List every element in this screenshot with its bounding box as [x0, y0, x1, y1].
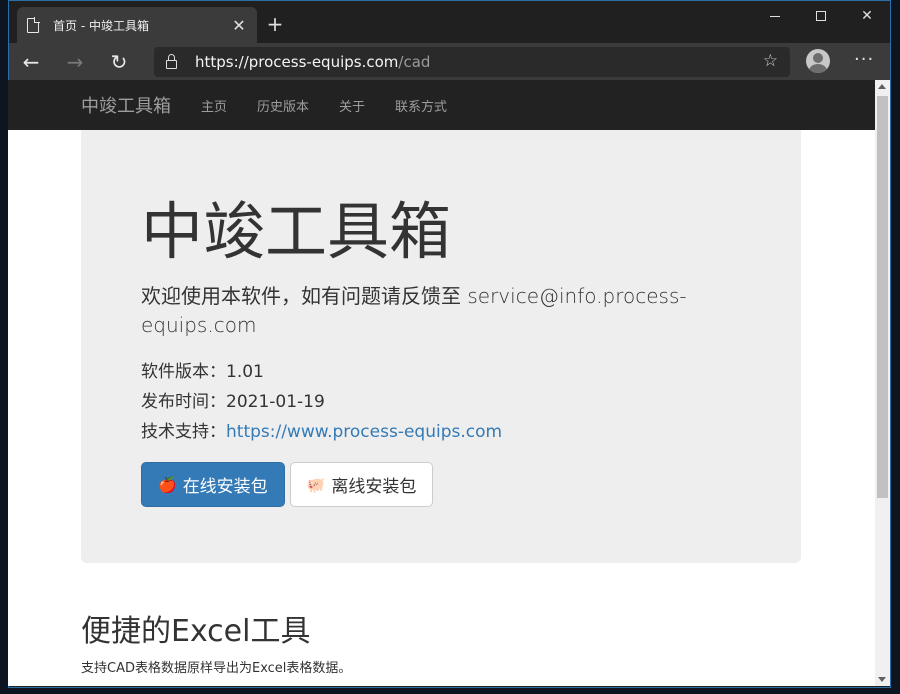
lock-icon — [166, 53, 177, 69]
hero-title: 中竣工具箱 — [141, 195, 452, 268]
more-menu-icon[interactable]: ··· — [854, 49, 874, 70]
site-brand[interactable]: 中竣工具箱 — [81, 92, 171, 118]
download-buttons: 🍎 在线安装包 🐖 离线安装包 — [141, 462, 741, 507]
date-value: 2021-01-19 — [226, 392, 325, 412]
version-value: 1.01 — [226, 362, 264, 382]
support-link[interactable]: https://www.process-equips.com — [226, 422, 502, 442]
browser-toolbar: ← → ↻ https://process-equips.com/cad ☆ ·… — [9, 43, 890, 81]
browser-tab[interactable]: 首页 - 中竣工具箱 ✕ — [17, 7, 257, 43]
site-navbar: 中竣工具箱 主页 历史版本 关于 联系方式 — [8, 80, 875, 130]
maximize-button[interactable] — [798, 1, 844, 31]
back-button[interactable]: ← — [9, 43, 53, 81]
section-text: 支持CAD表格数据原样导出为Excel表格数据。 — [81, 661, 352, 676]
maximize-icon — [816, 11, 826, 21]
date-line: 发布时间：2021-01-19 — [141, 387, 741, 417]
nav-about[interactable]: 关于 — [339, 96, 365, 115]
close-icon: ✕ — [861, 8, 873, 24]
online-installer-button[interactable]: 🍎 在线安装包 — [141, 462, 285, 507]
hero-jumbotron: 中竣工具箱 欢迎使用本软件，如有问题请反馈至 service@info.proc… — [81, 130, 801, 563]
forward-button[interactable]: → — [53, 43, 97, 81]
version-label: 软件版本： — [141, 362, 226, 382]
offline-installer-label: 离线安装包 — [331, 477, 417, 497]
piggy-bank-icon: 🐖 — [306, 475, 326, 494]
vertical-scrollbar[interactable] — [875, 80, 890, 686]
minimize-button[interactable] — [752, 1, 798, 31]
window-controls: ✕ — [752, 1, 890, 31]
support-line: 技术支持：https://www.process-equips.com — [141, 417, 741, 447]
offline-installer-button[interactable]: 🐖 离线安装包 — [289, 462, 434, 507]
refresh-button[interactable]: ↻ — [97, 43, 141, 81]
version-line: 软件版本：1.01 — [141, 357, 741, 387]
date-label: 发布时间： — [141, 392, 226, 412]
url-domain: https://process-equips.com — [195, 53, 399, 71]
close-window-button[interactable]: ✕ — [844, 1, 890, 31]
online-installer-label: 在线安装包 — [182, 477, 268, 497]
address-bar[interactable]: https://process-equips.com/cad ☆ — [154, 47, 790, 77]
arrow-right-icon: → — [66, 50, 84, 74]
nav-history[interactable]: 历史版本 — [257, 96, 309, 115]
nav-home[interactable]: 主页 — [201, 96, 227, 115]
close-tab-icon[interactable]: ✕ — [231, 16, 247, 35]
arrow-left-icon: ← — [22, 50, 40, 74]
refresh-icon: ↻ — [110, 50, 128, 74]
apple-icon: 🍎 — [158, 475, 177, 494]
hero-lead: 欢迎使用本软件，如有问题请反馈至 service@info.process-eq… — [141, 284, 687, 337]
favorite-star-icon[interactable]: ☆ — [763, 51, 778, 71]
section-title: 便捷的Excel工具 — [81, 614, 311, 649]
page-icon — [27, 16, 40, 33]
scroll-up-icon[interactable] — [878, 84, 886, 89]
profile-avatar[interactable] — [806, 49, 830, 73]
title-bar: 首页 - 中竣工具箱 ✕ + ✕ — [9, 1, 890, 43]
scrollbar-thumb[interactable] — [877, 96, 888, 498]
scroll-down-icon[interactable] — [878, 677, 886, 682]
url-path: /cad — [398, 53, 431, 71]
page-viewport: 中竣工具箱 主页 历史版本 关于 联系方式 中竣工具箱 欢迎使用本软件，如有问题… — [8, 80, 875, 686]
new-tab-button[interactable]: + — [263, 13, 287, 35]
minimize-icon — [770, 15, 780, 17]
nav-contact[interactable]: 联系方式 — [395, 96, 447, 115]
version-info: 软件版本：1.01 发布时间：2021-01-19 技术支持：https://w… — [141, 357, 741, 447]
tab-title: 首页 - 中竣工具箱 — [53, 18, 149, 33]
support-label: 技术支持： — [141, 422, 226, 442]
